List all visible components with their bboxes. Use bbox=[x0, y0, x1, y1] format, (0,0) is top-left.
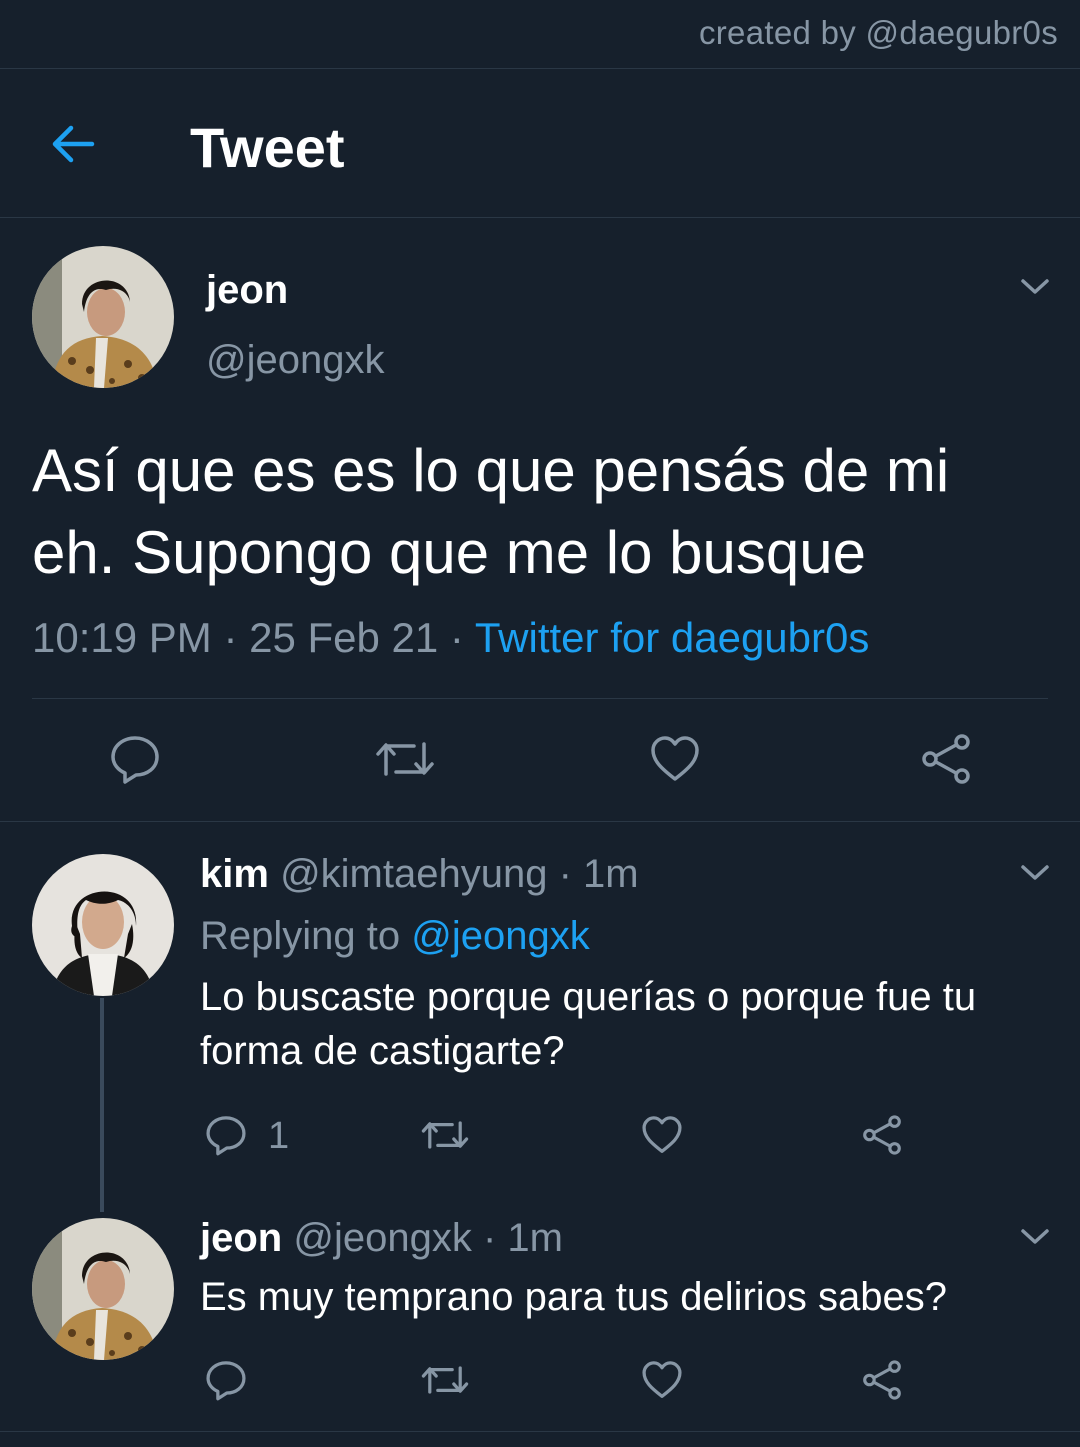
reply-button[interactable] bbox=[108, 732, 162, 786]
share-button[interactable] bbox=[918, 732, 974, 786]
like-button[interactable] bbox=[640, 1113, 684, 1157]
tweet-age: · 1m bbox=[547, 852, 639, 896]
author-handle[interactable]: @kimtaehyung bbox=[280, 852, 547, 896]
tweet-meta: 10:19 PM · 25 Feb 21 · Twitter for daegu… bbox=[32, 614, 869, 662]
chevron-down-icon bbox=[1021, 279, 1049, 294]
meta-separator: · bbox=[438, 614, 475, 661]
author-name[interactable]: jeon bbox=[206, 268, 288, 313]
author-name[interactable]: jeon bbox=[200, 1216, 282, 1260]
thread-line bbox=[100, 998, 104, 1212]
author-handle[interactable]: @jeongxk bbox=[206, 338, 384, 383]
comment-icon bbox=[206, 1116, 246, 1156]
tweet-time: 10:19 PM bbox=[32, 614, 212, 661]
arrow-left-icon bbox=[52, 125, 95, 163]
tweet-text: Así que es es lo que pensás de mi eh. Su… bbox=[32, 437, 950, 586]
share-button[interactable] bbox=[860, 1358, 904, 1402]
more-options-button[interactable] bbox=[1018, 862, 1052, 884]
heart-icon bbox=[642, 1361, 682, 1398]
reply-button[interactable] bbox=[204, 1358, 248, 1402]
share-icon bbox=[922, 734, 970, 784]
reply-header: jeon @jeongxk · 1m bbox=[200, 1216, 563, 1261]
watermark: created by @daegubr0s bbox=[698, 14, 1058, 51]
divider bbox=[0, 821, 1080, 822]
tweet-source-link[interactable]: Twitter for daegubr0s bbox=[475, 614, 870, 661]
retweet-icon bbox=[421, 1121, 469, 1149]
heart-icon bbox=[651, 736, 699, 781]
share-button[interactable] bbox=[860, 1113, 904, 1157]
retweet-button[interactable] bbox=[420, 1360, 470, 1400]
replying-to: Replying to @jeongxk bbox=[200, 914, 590, 959]
retweet-button[interactable] bbox=[420, 1115, 470, 1155]
heart-icon bbox=[642, 1116, 682, 1153]
reply-text: Es muy temprano para tus delirios sabes? bbox=[200, 1275, 948, 1319]
mention-link[interactable]: @jeongxk bbox=[411, 914, 589, 958]
comment-icon bbox=[206, 1361, 246, 1401]
reply-text: Lo buscaste porque querías o porque fue … bbox=[200, 975, 977, 1073]
comment-icon bbox=[111, 736, 159, 784]
chevron-down-icon bbox=[1021, 865, 1049, 880]
retweet-button[interactable] bbox=[374, 734, 436, 784]
divider bbox=[0, 217, 1080, 218]
header: Tweet bbox=[0, 69, 1080, 217]
more-options-button[interactable] bbox=[1018, 1226, 1052, 1248]
reply-count: 1 bbox=[268, 1115, 290, 1157]
reply-header: kim @kimtaehyung · 1m bbox=[200, 852, 639, 897]
reply-button[interactable] bbox=[204, 1113, 248, 1157]
page-title: Tweet bbox=[190, 116, 345, 179]
retweet-icon bbox=[421, 1366, 469, 1394]
author-handle[interactable]: @jeongxk bbox=[293, 1216, 471, 1260]
avatar[interactable] bbox=[32, 246, 174, 388]
share-icon bbox=[863, 1115, 901, 1155]
like-button[interactable] bbox=[640, 1358, 684, 1402]
more-options-button[interactable] bbox=[1018, 276, 1052, 298]
tweet-date: 25 Feb 21 bbox=[249, 614, 439, 661]
author-name[interactable]: kim bbox=[200, 852, 269, 896]
divider bbox=[32, 698, 1048, 699]
avatar[interactable] bbox=[32, 854, 174, 996]
divider bbox=[0, 1431, 1080, 1432]
chevron-down-icon bbox=[1021, 1229, 1049, 1244]
replying-label: Replying to bbox=[200, 914, 412, 958]
share-icon bbox=[863, 1360, 901, 1400]
retweet-icon bbox=[376, 742, 434, 776]
avatar[interactable] bbox=[32, 1218, 174, 1360]
tweet-age: · 1m bbox=[471, 1216, 563, 1260]
back-button[interactable] bbox=[48, 118, 100, 170]
meta-separator: · bbox=[211, 614, 250, 661]
like-button[interactable] bbox=[648, 732, 702, 786]
